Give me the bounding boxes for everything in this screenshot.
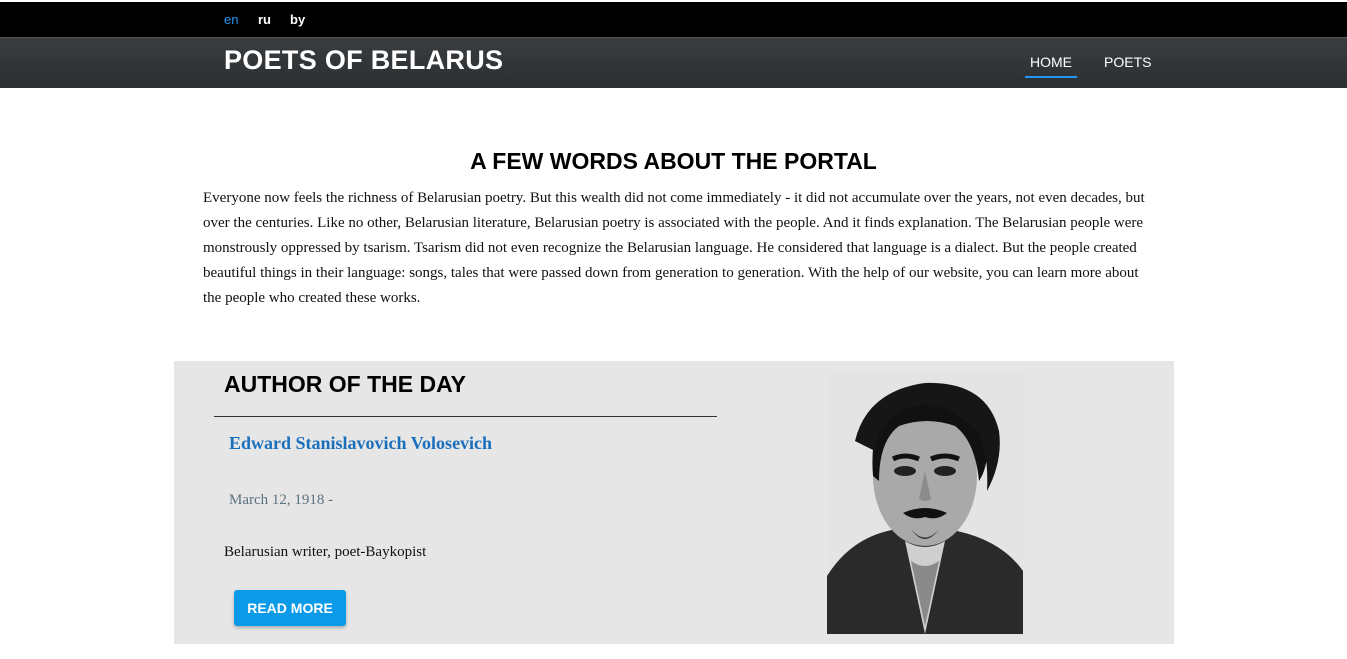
lang-en-link[interactable]: en: [224, 12, 238, 27]
portrait-photo: [827, 371, 1023, 634]
lang-by-link[interactable]: by: [290, 12, 305, 27]
author-of-the-day-panel: AUTHOR OF THE DAY Edward Stanislavovich …: [174, 361, 1174, 644]
author-description: Belarusian writer, poet-Baykopist: [224, 544, 427, 560]
nav-poets-link[interactable]: POETS: [1104, 54, 1151, 70]
author-dates: March 12, 1918 -: [229, 492, 334, 508]
author-portrait-image: [827, 371, 1023, 634]
portal-description: Everyone now feels the richness of Belar…: [203, 190, 1145, 306]
lang-ru-link[interactable]: ru: [258, 12, 271, 27]
author-of-the-day-title: AUTHOR OF THE DAY: [224, 371, 466, 397]
nav-home-link[interactable]: HOME: [1025, 54, 1077, 78]
author-name-link[interactable]: Edward Stanislavovich Volosevich: [229, 433, 492, 454]
site-brand[interactable]: POETS OF BELARUS: [224, 45, 503, 76]
read-more-button[interactable]: READ MORE: [234, 590, 346, 626]
main-navbar: POETS OF BELARUS HOME POETS: [0, 37, 1347, 88]
section-divider: [214, 416, 717, 417]
language-bar: en ru by: [0, 2, 1347, 37]
portal-title: A FEW WORDS ABOUT THE PORTAL: [470, 148, 877, 174]
